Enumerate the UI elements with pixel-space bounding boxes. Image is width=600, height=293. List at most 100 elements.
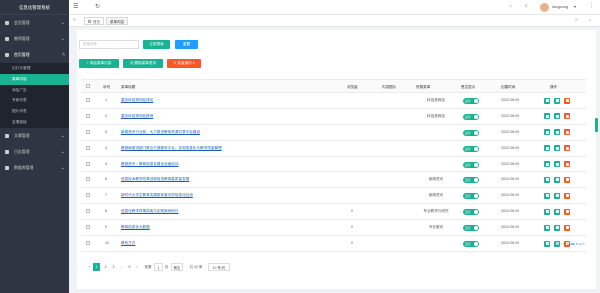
row-title-link[interactable]: 信息化教学改革探索与实践案例研讨 [121,204,341,220]
user-icon[interactable] [554,113,560,120]
delete-icon[interactable] [564,129,570,136]
visible-toggle[interactable]: 显示 [463,193,479,200]
visible-toggle[interactable]: 显示 [463,225,479,232]
user-icon[interactable] [554,97,560,104]
delete-menu-button[interactable]: ▣ 删除菜单资讯 [123,59,163,68]
edit-icon[interactable] [544,224,550,231]
row-title-link[interactable]: 教育局推进部门联合打造服务平台，实现信息化与教学质量管理 [121,141,341,157]
visible-toggle[interactable]: 显示 [463,129,479,136]
select-all-checkbox[interactable] [86,84,90,88]
delete-icon[interactable] [564,113,570,120]
add-menu-content-button[interactable]: + 添加菜单内容 [79,59,119,68]
row-checkbox[interactable] [86,241,90,246]
visible-toggle[interactable]: 显示 [463,113,479,120]
goto-input[interactable]: 1 [154,263,163,271]
sidebar-sub-experts[interactable]: 专家列表 [0,95,69,106]
page-next[interactable]: › [134,263,140,271]
visible-toggle[interactable]: 显示 [463,145,479,152]
row-checkbox[interactable] [86,177,90,182]
sidebar-item-database[interactable]: 数据库管理 ⌄ [0,160,69,176]
sidebar-sub-images[interactable]: 图片列表 [0,106,69,117]
batch-operation-button[interactable]: ✎ 批量操作 ▾ [167,59,201,68]
floating-toolbar[interactable]: 中 ⁃ ☺ ✎ ⌨ ✉ ◂ ⁂ [556,241,585,248]
sidebar-sub-links[interactable]: 友情链接 [0,117,69,128]
delete-icon[interactable] [564,161,570,168]
user-icon[interactable] [554,224,560,231]
menu-toggle-icon[interactable]: ☰ [73,3,78,10]
row-title-link[interactable]: 信息技术教学改革创新促进教育高质量发展 [121,172,341,188]
delete-icon[interactable] [564,145,570,152]
sidebar-item-teachers[interactable]: 教师管理 ⌄ [0,31,69,47]
page-3[interactable]: 3 [110,263,117,271]
bell-icon[interactable]: ♫ [524,3,528,9]
user-icon[interactable] [554,161,560,168]
edit-icon[interactable] [544,176,550,183]
tab-home[interactable]: 首页 [84,17,104,25]
row-checkbox[interactable] [86,225,90,230]
row-title-link[interactable]: 教育资讯：教育信息化建设全面启动 [121,157,341,173]
goto-confirm-button[interactable]: 确定 [171,263,183,271]
per-page-select[interactable]: 10 条/页 [208,263,230,271]
page-1[interactable]: 1 [93,263,100,271]
row-checkbox[interactable] [86,161,90,166]
tabs-next-icon[interactable]: » [575,17,578,23]
delete-icon[interactable] [564,224,570,231]
user-icon[interactable] [554,176,560,183]
user-icon[interactable] [554,208,560,215]
username[interactable]: liangzong [552,5,568,9]
tab-menu-content[interactable]: 菜单内容 [106,17,128,25]
row-title-link[interactable]: 重庆科技类网站排名 [121,93,341,109]
row-checkbox[interactable] [86,113,90,118]
delete-icon[interactable] [564,192,570,199]
tag-icon[interactable]: ⌂ [509,3,512,9]
search-input[interactable]: 菜单名称 [79,40,139,49]
page-2[interactable]: 2 [102,263,109,271]
visible-toggle[interactable]: 显示 [463,161,479,168]
edit-icon[interactable] [544,240,550,247]
tabs-prev-icon[interactable]: « [73,17,76,23]
row-title-link[interactable]: 重庆科技类网站推荐 [121,109,341,125]
delete-icon[interactable] [564,208,570,215]
delete-icon[interactable] [564,97,570,104]
user-icon[interactable] [554,145,560,152]
visible-toggle[interactable]: 显示 [463,177,479,184]
row-title-link[interactable]: 联系方式 [121,236,341,252]
delete-icon[interactable] [564,176,570,183]
edit-icon[interactable] [544,192,550,199]
visible-toggle[interactable]: 显示 [463,241,479,248]
search-button[interactable]: 立即搜索 [143,40,170,49]
chevron-down-icon[interactable]: ▾ [574,4,576,9]
sidebar-item-logs[interactable]: 日志管理 ⌄ [0,144,69,160]
sidebar-sub-slides[interactable]: 幻灯片管理 [0,63,69,74]
sidebar-sub-menu-content[interactable]: 菜单内容 [0,73,69,85]
avatar[interactable] [540,3,549,12]
user-icon[interactable] [554,129,560,136]
sidebar-sub-ads[interactable]: 添加广告 [0,85,69,96]
row-title-link[interactable]: 新时代大学生教育发展新前景中的信息化应用 [121,188,341,204]
sidebar-item-home[interactable]: 首页管理 ˄ [0,47,69,63]
user-icon[interactable] [554,192,560,199]
sidebar-item-members[interactable]: 会员管理 ⌄ [0,15,69,31]
page-prev[interactable]: ‹ [87,263,92,271]
edit-icon[interactable] [544,113,550,120]
row-checkbox[interactable] [86,145,90,150]
scrollbar[interactable] [595,118,598,132]
visible-toggle[interactable]: 显示 [463,98,479,104]
tabs-close-icon[interactable]: ⌄ [588,17,592,23]
row-checkbox[interactable] [86,98,90,102]
edit-icon[interactable] [544,129,550,136]
page-5[interactable]: 5 [126,263,133,271]
reset-button[interactable]: 重置 [175,40,198,49]
row-checkbox[interactable] [86,193,90,198]
edit-icon[interactable] [544,161,550,168]
more-icon[interactable]: ⋮ [589,3,594,9]
sidebar-item-articles[interactable]: 文章管理 ⌄ [0,128,69,144]
edit-icon[interactable] [544,208,550,215]
edit-icon[interactable] [544,145,550,152]
edit-icon[interactable] [544,97,550,104]
refresh-icon[interactable]: ↻ [95,3,100,10]
visible-toggle[interactable]: 显示 [463,209,479,216]
row-checkbox[interactable] [86,209,90,214]
row-checkbox[interactable] [86,129,90,134]
row-title-link[interactable]: 新闻资讯行业前，大力推进教育资源共享平台建设 [121,125,341,141]
